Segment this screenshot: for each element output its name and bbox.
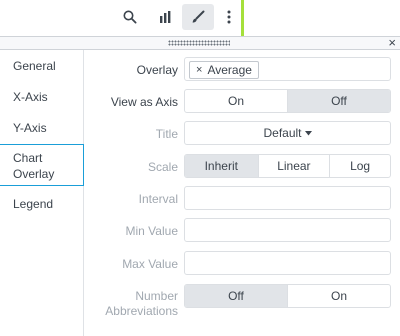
- title-dropdown-value: Default: [263, 126, 302, 140]
- scale-log[interactable]: Log: [330, 155, 390, 177]
- scale-inherit[interactable]: Inherit: [185, 155, 259, 177]
- nav-item-general[interactable]: General: [0, 58, 84, 74]
- format-button[interactable]: [182, 4, 214, 30]
- format-nav: General X-Axis Y-Axis Chart Overlay Lege…: [0, 50, 84, 336]
- scale-toggle: Inherit Linear Log: [184, 154, 391, 178]
- chip-remove-icon[interactable]: ×: [196, 64, 202, 76]
- number-abbreviations-label-line1: Number: [135, 289, 178, 303]
- toolbar: [0, 0, 400, 36]
- active-accent-bar: [241, 0, 244, 36]
- view-as-axis-toggle: On Off: [184, 89, 391, 113]
- nav-item-x-axis[interactable]: X-Axis: [0, 89, 84, 105]
- panel-header: ×: [0, 35, 400, 51]
- close-icon[interactable]: ×: [388, 35, 396, 51]
- number-abbreviations-off[interactable]: Off: [185, 285, 288, 307]
- paintbrush-icon: [192, 10, 205, 23]
- interval-input[interactable]: [184, 186, 391, 210]
- scale-label: Scale: [147, 160, 178, 174]
- caret-down-icon: [304, 130, 312, 135]
- scale-linear[interactable]: Linear: [259, 155, 331, 177]
- number-abbreviations-on[interactable]: On: [288, 285, 390, 307]
- view-as-axis-off[interactable]: Off: [288, 90, 390, 112]
- view-as-axis-on[interactable]: On: [185, 90, 288, 112]
- max-value-input[interactable]: [184, 251, 391, 275]
- number-abbreviations-label-line2: Abbreviations: [105, 304, 178, 318]
- min-value-label: Min Value: [125, 224, 178, 238]
- search-button[interactable]: [114, 4, 146, 30]
- nav-item-chart-overlay[interactable]: Chart Overlay: [0, 144, 84, 186]
- title-dropdown[interactable]: Default: [184, 121, 391, 145]
- bar-chart-icon: [160, 11, 171, 23]
- max-value-label: Max Value: [122, 257, 178, 271]
- chip-label: Average: [207, 63, 252, 77]
- view-as-axis-label: View as Axis: [110, 95, 178, 109]
- more-vertical-icon: [227, 10, 231, 24]
- search-icon: [123, 10, 137, 24]
- drag-handle-icon[interactable]: [168, 40, 230, 46]
- overlay-label: Overlay: [136, 63, 178, 77]
- overlay-field[interactable]: × Average: [184, 57, 391, 81]
- overlay-chip: × Average: [189, 61, 259, 79]
- nav-item-y-axis[interactable]: Y-Axis: [0, 120, 84, 136]
- title-label: Title: [155, 127, 178, 141]
- visualization-button[interactable]: [149, 4, 181, 30]
- nav-item-legend[interactable]: Legend: [0, 196, 84, 212]
- title-dropdown-content: Default: [185, 122, 390, 144]
- number-abbreviations-toggle: Off On: [184, 284, 391, 308]
- interval-label: Interval: [138, 192, 178, 206]
- min-value-input[interactable]: [184, 218, 391, 242]
